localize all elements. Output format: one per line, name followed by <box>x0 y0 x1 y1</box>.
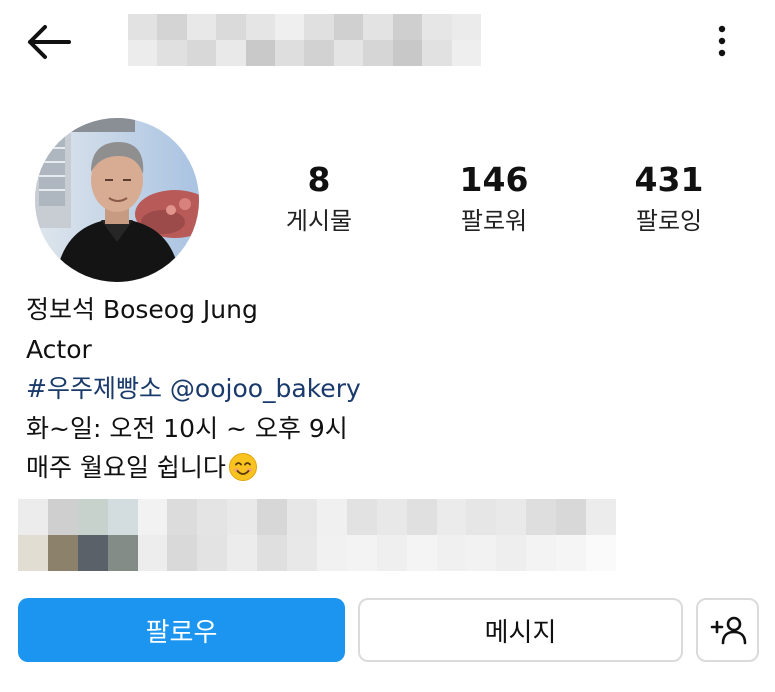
bio-closed: 매주 월요일 쉽니다 <box>26 452 258 484</box>
stat-following-value: 431 <box>634 160 704 199</box>
blurred-info <box>18 499 616 571</box>
stat-followers-value: 146 <box>459 160 529 199</box>
more-options-button[interactable] <box>700 16 744 66</box>
smiling-face-icon <box>228 453 257 481</box>
username-blurred <box>128 14 481 66</box>
stat-posts[interactable]: 8 게시물 <box>244 160 394 238</box>
bio-closed-text: 매주 월요일 쉽니다 <box>26 453 226 482</box>
mention-link[interactable]: @oojoo_bakery <box>170 374 361 403</box>
bio-links: #우주제빵소 @oojoo_bakery <box>26 373 361 405</box>
more-vertical-icon <box>718 25 726 57</box>
add-user-button[interactable] <box>696 598 759 662</box>
arrow-left-icon <box>28 25 71 59</box>
avatar[interactable] <box>35 118 199 282</box>
stat-posts-label: 게시물 <box>285 207 353 235</box>
bio-hours: 화~일: 오전 10시 ~ 오후 9시 <box>26 414 348 443</box>
follow-button[interactable]: 팔로우 <box>18 598 345 662</box>
back-button[interactable] <box>18 14 78 70</box>
stat-followers[interactable]: 146 팔로워 <box>419 160 569 238</box>
stat-following[interactable]: 431 팔로잉 <box>594 160 744 238</box>
stat-following-label: 팔로잉 <box>635 207 703 235</box>
profile-header <box>0 0 775 90</box>
bio-name: 정보석 Boseog Jung <box>26 295 258 324</box>
hashtag-link[interactable]: #우주제빵소 <box>26 374 162 403</box>
add-user-icon <box>710 616 746 645</box>
stat-followers-label: 팔로워 <box>460 207 528 235</box>
bio-category: Actor <box>26 335 92 364</box>
message-button[interactable]: 메시지 <box>358 598 683 662</box>
stat-posts-value: 8 <box>307 160 331 199</box>
